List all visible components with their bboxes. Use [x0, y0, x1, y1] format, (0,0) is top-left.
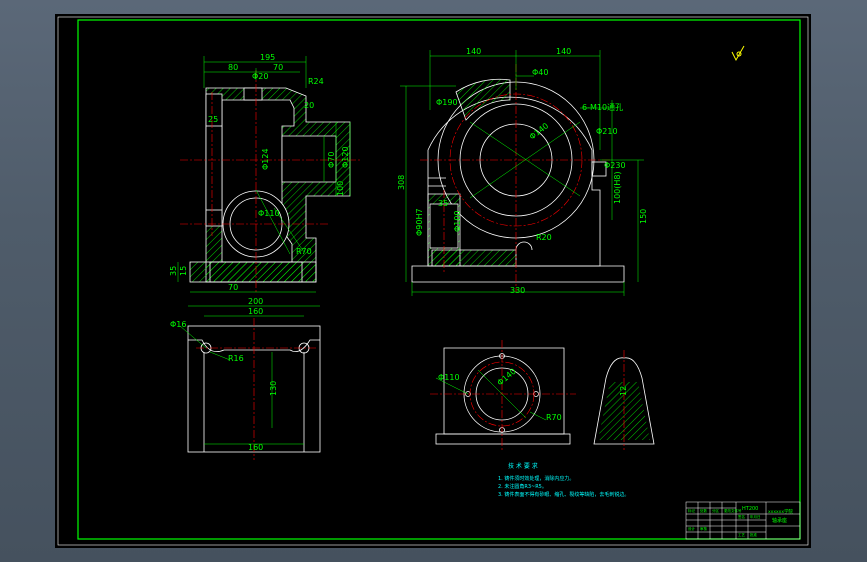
dim-phi210: Φ210	[596, 127, 618, 136]
dim-phi120: Φ120	[341, 146, 350, 168]
title-company: xxxxxx学院	[768, 508, 793, 515]
dim-r70: R70	[296, 247, 312, 256]
dim-140-right: 140	[556, 47, 571, 56]
dim-308: 308	[397, 175, 406, 190]
dim-195: 195	[260, 53, 275, 62]
dim-12: 12	[619, 386, 628, 396]
dim-phi40: Φ40	[532, 68, 548, 77]
dim-200: 200	[248, 297, 263, 306]
dim-20: 20	[304, 101, 314, 110]
dim-330: 330	[510, 286, 525, 295]
dim-100: 100	[336, 181, 345, 196]
dim-phi100: Φ100	[453, 210, 462, 232]
tb-label-5: 签名	[738, 514, 745, 519]
dim-phi16: Φ16	[170, 320, 186, 329]
dim-35: 35	[169, 266, 178, 276]
title-material: HT200	[742, 506, 758, 512]
dim-phi110-aux: Φ110	[438, 373, 460, 382]
dim-phi124: Φ124	[261, 148, 270, 170]
dim-phi70: Φ70	[327, 152, 336, 168]
dim-r24: R24	[308, 77, 324, 86]
drawing-sheet: 195 80 70 Φ20 R24 20 25 Φ124 Φ70 Φ120 10…	[55, 14, 811, 548]
dim-r16: R16	[228, 354, 244, 363]
dim-70-bottom: 70	[228, 283, 238, 292]
dim-r20: R20	[536, 233, 552, 242]
tb-label-7: 设计	[688, 526, 696, 531]
dim-100-h8: 100(H8)	[613, 171, 622, 204]
cad-viewport[interactable]: 195 80 70 Φ20 R24 20 25 Φ124 Φ70 Φ120 10…	[0, 0, 867, 562]
dim-70: 70	[273, 63, 283, 72]
dim-r70-aux: R70	[546, 413, 562, 422]
dim-phi20: Φ20	[252, 72, 268, 81]
dim-25: 25	[208, 115, 218, 124]
dim-80: 80	[228, 63, 238, 72]
tb-label-2: 处数	[700, 508, 708, 513]
tb-label-1: 标记	[688, 508, 696, 513]
dim-160-bottom: 160	[248, 443, 263, 452]
note-line-3: 3. 铸件表面不得有砂眼、缩孔、裂纹等缺陷，去毛刺锐边。	[498, 491, 629, 498]
dim-phi90h7: Φ90H7	[415, 208, 424, 236]
note-line-1: 1. 铸件须时效处理，消除内应力。	[498, 475, 574, 482]
dim-150: 150	[639, 209, 648, 224]
dim-35-side: 35	[438, 199, 448, 208]
tb-label-10: 批准	[750, 532, 758, 537]
tb-label-6: 年月日	[750, 514, 761, 519]
tb-label-8: 审核	[700, 526, 708, 531]
dim-160-top: 160	[248, 307, 263, 316]
dim-15: 15	[179, 266, 188, 276]
title-part-name: 轴承座	[772, 517, 787, 524]
dim-phi190: Φ190	[436, 98, 458, 107]
dim-130: 130	[269, 381, 278, 396]
notes-title: 技 术 要 求	[508, 462, 538, 470]
sheet-background	[55, 14, 811, 548]
dim-phi110: Φ110	[258, 209, 280, 218]
dim-6-m10: 6-M10通孔	[582, 102, 623, 112]
tb-label-4: 更改文件号	[724, 508, 742, 513]
tb-label-9: 工艺	[738, 532, 746, 537]
tb-label-3: 分区	[712, 508, 720, 513]
dim-phi230: Φ230	[604, 161, 626, 170]
dim-140-left: 140	[466, 47, 481, 56]
note-line-2: 2. 未注圆角R3~R5。	[498, 483, 547, 490]
